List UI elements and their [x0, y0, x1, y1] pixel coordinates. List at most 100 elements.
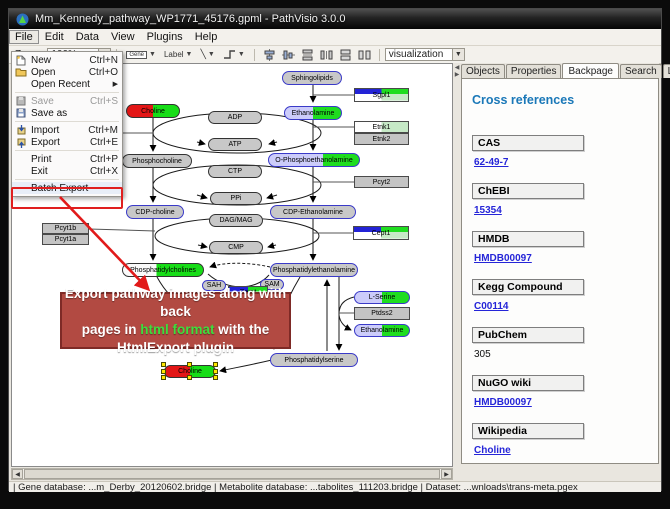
pathway-node-cdp-ethanolamine[interactable]: CDP-Ethanolamine: [270, 205, 356, 219]
sidebar-tab-backpage[interactable]: Backpage: [562, 63, 618, 79]
menubar-item-view[interactable]: View: [105, 30, 141, 44]
menu-separator: [15, 121, 119, 122]
node-label: L-Serine: [369, 294, 395, 301]
pathway-node-pcyt2[interactable]: Pcyt2: [354, 176, 409, 188]
pathway-node-cmp[interactable]: CMP: [209, 241, 263, 254]
selection-handle[interactable]: [213, 375, 218, 380]
pathway-node-cdp-choline[interactable]: CDP-choline: [126, 205, 184, 219]
file-menu-item-open-recent[interactable]: Open Recent▶: [12, 78, 122, 90]
pathway-node-dag-mag[interactable]: DAG/MAG: [209, 214, 263, 227]
chevron-down-icon[interactable]: ▼: [208, 51, 215, 58]
align-center-y-icon[interactable]: [281, 48, 296, 61]
file-menu-item-export[interactable]: ExportCtrl+E: [12, 136, 122, 148]
new-label-button[interactable]: Label ▼: [162, 49, 195, 60]
sidebar-tab-properties[interactable]: Properties: [506, 64, 562, 78]
pathway-node-phosphatidylethanolamine[interactable]: Phosphatidylethanolamine: [270, 263, 358, 277]
xref-link-62-49-7[interactable]: 62-49-7: [474, 157, 508, 168]
pathway-node-atp[interactable]: ATP: [208, 138, 262, 151]
file-menu-item-save-as[interactable]: Save as: [12, 107, 122, 119]
pathway-node-adp[interactable]: ADP: [208, 111, 262, 124]
pathway-node-pcyt1a[interactable]: Pcyt1a: [42, 234, 89, 245]
node-label: Choline: [178, 368, 202, 375]
file-menu-item-save[interactable]: SaveCtrl+S: [12, 95, 122, 107]
file-menu-item-import[interactable]: ImportCtrl+M: [12, 124, 122, 136]
new-gene-node-button[interactable]: Gene ▼: [124, 50, 158, 60]
pathway-node-o-phosphoethanolamine[interactable]: O-Phosphoethanolamine: [268, 153, 360, 167]
xref-link-15354[interactable]: 15354: [474, 205, 502, 216]
new-document-icon: [14, 55, 28, 66]
visualization-dropdown-icon[interactable]: ▼: [452, 49, 464, 60]
scroll-left-icon[interactable]: ◀: [12, 469, 23, 479]
open-folder-icon: [14, 67, 28, 78]
file-menu-item-print[interactable]: PrintCtrl+P: [12, 153, 122, 165]
panel-splitter[interactable]: ◀ ▶: [453, 63, 461, 467]
xref-link-choline[interactable]: Choline: [474, 445, 511, 456]
title-bar: Mm_Kennedy_pathway_WP1771_45176.gpml - P…: [9, 9, 661, 29]
pathway-node-phosphatidylcholines[interactable]: Phosphatidylcholines: [122, 263, 204, 277]
match-width-icon[interactable]: [338, 48, 353, 61]
align-center-x-icon[interactable]: [262, 48, 277, 61]
pathway-node-ethanolamine[interactable]: Ethanolamine: [284, 106, 342, 120]
xref-section-wikipedia: WikipediaCholine: [472, 423, 648, 456]
xref-value: Choline: [474, 445, 648, 456]
pathway-node-etnk1[interactable]: Etnk1: [354, 121, 409, 133]
node-label: Pcyt1a: [55, 236, 76, 243]
selection-handle[interactable]: [161, 369, 166, 374]
pathway-node-cept1[interactable]: Cept1: [353, 226, 409, 240]
xref-link-hmdb00097[interactable]: HMDB00097: [474, 253, 532, 264]
xref-section-header: PubChem: [472, 327, 584, 343]
pathway-node-ppi[interactable]: PPi: [210, 192, 262, 205]
xref-value: C00114: [474, 301, 648, 312]
new-line-button[interactable]: ╲ ▼: [198, 48, 216, 61]
node-label: Etnk2: [373, 136, 391, 143]
selection-handle[interactable]: [161, 375, 166, 380]
chevron-down-icon[interactable]: ▼: [238, 51, 245, 58]
menubar-item-plugins[interactable]: Plugins: [141, 30, 189, 44]
scrollbar-thumb[interactable]: [24, 469, 440, 479]
pathway-node-sphingolipids[interactable]: Sphingolipids: [282, 71, 342, 85]
pathway-node-ptdss2[interactable]: Ptdss2: [354, 307, 410, 320]
sidebar-tabs: ObjectsPropertiesBackpageSearchLegend: [461, 63, 659, 78]
menubar-item-data[interactable]: Data: [70, 30, 105, 44]
sidebar-tab-search[interactable]: Search: [620, 64, 662, 78]
pathway-node-pcyt1b[interactable]: Pcyt1b: [42, 223, 89, 234]
pathway-node-etnk2[interactable]: Etnk2: [354, 133, 409, 145]
pathway-node-ethanolamine-2[interactable]: Ethanolamine: [354, 324, 410, 337]
file-menu-item-new[interactable]: NewCtrl+N: [12, 54, 122, 66]
canvas-horizontal-scrollbar[interactable]: ◀ ▶: [11, 468, 453, 480]
new-connector-button[interactable]: ▼: [221, 48, 247, 61]
selection-handle[interactable]: [187, 362, 192, 367]
sidebar-tab-objects[interactable]: Objects: [461, 64, 505, 78]
selection-handle[interactable]: [187, 375, 192, 380]
menubar-item-help[interactable]: Help: [189, 30, 224, 44]
chevron-down-icon[interactable]: ▼: [149, 51, 156, 58]
selection-handle[interactable]: [213, 369, 218, 374]
chevron-down-icon[interactable]: ▼: [186, 51, 193, 58]
xref-link-c00114[interactable]: C00114: [474, 301, 508, 312]
pathway-node-choline[interactable]: Choline: [126, 104, 180, 118]
menu-item-label: Print: [31, 154, 84, 165]
pathway-node-phosphocholine[interactable]: Phosphocholine: [122, 154, 192, 168]
splitter-collapse-left-icon[interactable]: ◀: [455, 65, 460, 72]
menubar-item-file[interactable]: File: [9, 30, 39, 44]
file-menu-item-open[interactable]: OpenCtrl+O: [12, 66, 122, 78]
scroll-right-icon[interactable]: ▶: [441, 469, 452, 479]
node-label: Sphingolipids: [291, 75, 333, 82]
pathway-node-ctp[interactable]: CTP: [208, 165, 262, 178]
menubar-item-edit[interactable]: Edit: [39, 30, 70, 44]
selection-handle[interactable]: [161, 362, 166, 367]
match-height-icon[interactable]: [357, 48, 372, 61]
xref-link-hmdb00097[interactable]: HMDB00097: [474, 397, 532, 408]
distribute-columns-icon[interactable]: [319, 48, 334, 61]
splitter-collapse-right-icon[interactable]: ▶: [455, 72, 460, 79]
sidebar-tab-legend[interactable]: Legend: [663, 64, 670, 78]
visualization-combobox[interactable]: visualization ▼: [385, 48, 465, 61]
pathway-node-l-serine[interactable]: L-Serine: [354, 291, 410, 304]
distribute-rows-icon[interactable]: [300, 48, 315, 61]
menu-item-label: Save as: [31, 108, 112, 119]
selection-handle[interactable]: [213, 362, 218, 367]
visualization-value: visualization: [386, 49, 452, 60]
menu-item-shortcut: Ctrl+N: [89, 55, 118, 66]
pathway-node-sgpl1[interactable]: Sgpl1: [354, 88, 409, 102]
file-menu-item-exit[interactable]: ExitCtrl+X: [12, 165, 122, 177]
